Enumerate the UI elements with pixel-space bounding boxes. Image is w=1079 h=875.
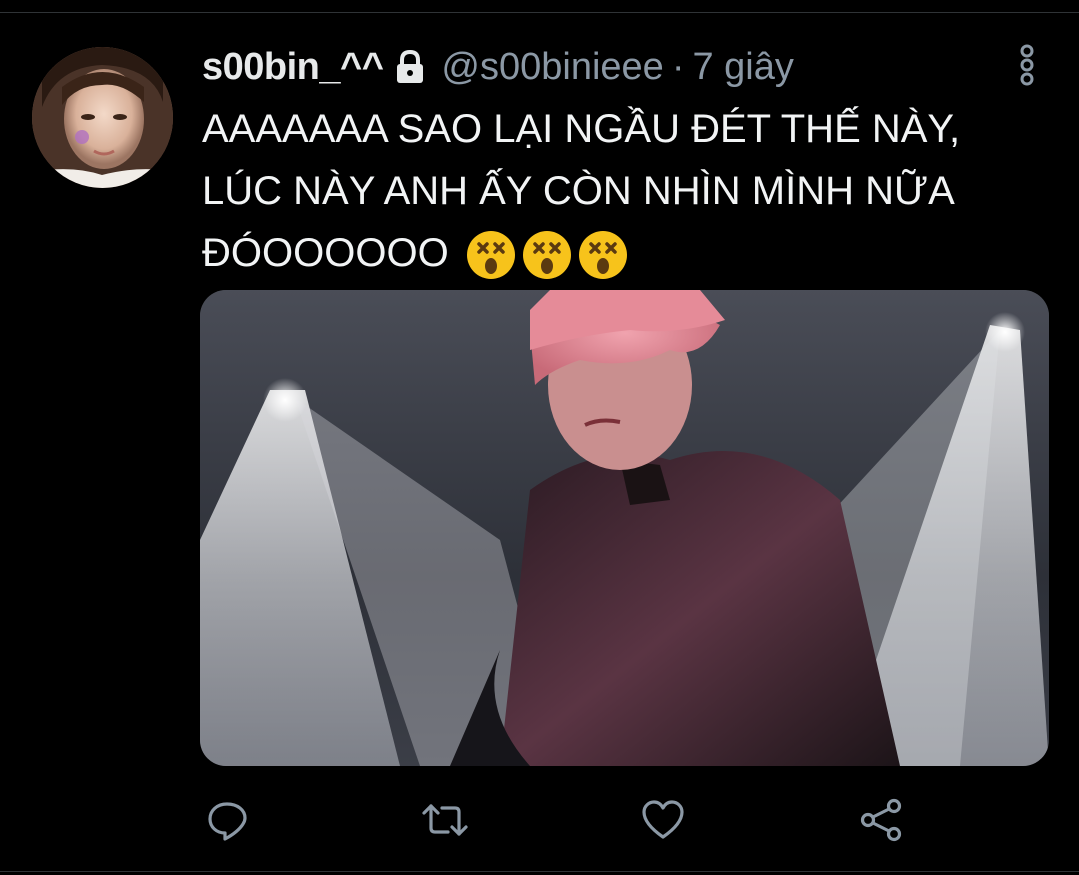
retweet-icon[interactable] [420, 795, 470, 845]
reply-icon[interactable] [202, 795, 252, 845]
action-bar [0, 795, 1079, 845]
separator-dot: · [671, 45, 685, 88]
more-options-icon[interactable] [1016, 44, 1038, 86]
like-icon[interactable] [638, 795, 688, 845]
top-divider [0, 12, 1079, 13]
lock-icon [393, 49, 427, 85]
avatar[interactable] [32, 47, 173, 188]
timestamp[interactable]: 7 giây [692, 46, 793, 89]
user-handle[interactable]: @s00binieee [441, 46, 663, 89]
dizzy-face-icon [465, 229, 517, 281]
share-icon[interactable] [856, 795, 906, 845]
tweet-text-line: AAAAAAA SAO LẠI NGẦU ĐÉT THẾ NÀY, [202, 107, 961, 151]
tweet-media-image[interactable] [200, 290, 1049, 766]
bottom-divider [0, 871, 1079, 872]
tweet-header: s00bin_^^ @s00binieee · 7 giây [202, 42, 794, 92]
tweet-text-line: LÚC NÀY ANH ẤY CÒN NHÌN MÌNH NỮA [202, 169, 955, 213]
tweet-text-line-last: ĐÓOOOOOO [202, 222, 1052, 284]
dizzy-face-icon [577, 229, 629, 281]
emoji-group [465, 229, 629, 281]
tweet-text-line: ĐÓOOOOOO [202, 231, 449, 275]
tweet-text: AAAAAAA SAO LẠI NGẦU ĐÉT THẾ NÀY, LÚC NÀ… [202, 98, 1052, 284]
display-name[interactable]: s00bin_^^ [202, 46, 384, 89]
dizzy-face-icon [521, 229, 573, 281]
